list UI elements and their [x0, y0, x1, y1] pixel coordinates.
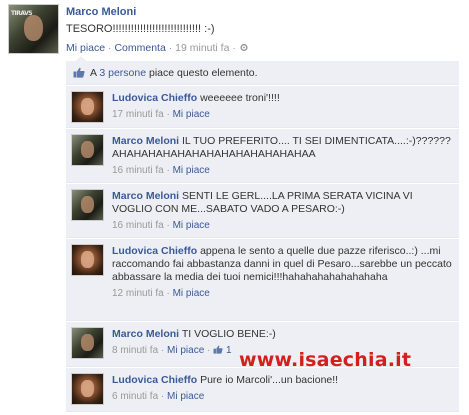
- comment-body: Ludovica Chieffo appena le sento a quell…: [112, 245, 453, 300]
- comment-text: TI VOGLIO BENE:-): [181, 328, 276, 340]
- comment-meta: 16 minuti fa · Mi piace: [112, 165, 210, 176]
- comment-text: weeeeee troni'!!!!: [200, 92, 280, 104]
- comment-item: Marco Meloni SENTI LE GERL....LA PRIMA S…: [66, 184, 459, 238]
- avatar-face: [23, 14, 44, 41]
- likes-prefix: A: [90, 67, 97, 79]
- comment-timestamp[interactable]: 16 minuti fa: [112, 220, 164, 231]
- comment-author-avatar[interactable]: [71, 327, 104, 359]
- comment-author-name[interactable]: Ludovica Chieffo: [112, 374, 197, 386]
- thumbs-up-icon: [73, 67, 85, 78]
- comment-like-count[interactable]: 1: [226, 345, 232, 356]
- comment-author-avatar[interactable]: [71, 189, 104, 221]
- avatar-face: [81, 196, 94, 213]
- comment-body: Marco Meloni IL TUO PREFERITO.... TI SEI…: [112, 135, 453, 177]
- comment-timestamp[interactable]: 12 minuti fa: [112, 288, 164, 299]
- separator: ·: [232, 42, 236, 54]
- settings-gear-icon[interactable]: [239, 43, 249, 52]
- likes-bar: A 3 persone piace questo elemento.: [66, 56, 459, 85]
- avatar-face: [81, 251, 94, 268]
- comment-body: Ludovica Chieffo weeeeee troni'!!!! 17 m…: [112, 92, 453, 121]
- comment-like-link[interactable]: Mi piace: [173, 109, 210, 120]
- comment-meta: 6 minuti fa · Mi piace: [112, 391, 205, 402]
- comment-timestamp[interactable]: 8 minuti fa: [112, 345, 158, 356]
- comment-author-avatar[interactable]: [71, 244, 104, 276]
- comment-timestamp[interactable]: 16 minuti fa: [112, 165, 164, 176]
- post-comment-link[interactable]: Commenta: [114, 42, 165, 54]
- comment-item: Ludovica Chieffo weeeeee troni'!!!! 17 m…: [66, 86, 459, 128]
- comment-like-link[interactable]: Mi piace: [167, 391, 204, 402]
- likes-summary: A 3 persone piace questo elemento.: [90, 67, 258, 79]
- avatar-tag: TIRAVS: [10, 9, 33, 17]
- comment-item: Ludovica Chieffo Pure io Marcoli'...un b…: [66, 368, 459, 412]
- avatar-face: [81, 141, 94, 158]
- comment-timestamp[interactable]: 6 minuti fa: [112, 391, 158, 402]
- post-author-name[interactable]: Marco Meloni: [66, 6, 136, 18]
- avatar-face: [81, 334, 94, 351]
- avatar-face: [81, 98, 94, 115]
- comment-meta: 17 minuti fa · Mi piace: [112, 109, 210, 120]
- post-timestamp[interactable]: 19 minuti fa: [175, 42, 229, 54]
- separator: ·: [108, 42, 112, 54]
- comment-item: Ludovica Chieffo appena le sento a quell…: [66, 239, 459, 321]
- comment-author-name[interactable]: Marco Meloni: [112, 190, 179, 202]
- post-like-link[interactable]: Mi piace: [66, 42, 105, 54]
- post-text: TESORO!!!!!!!!!!!!!!!!!!!!!!!!!!!!! :-): [66, 23, 215, 35]
- comment-body: Ludovica Chieffo Pure io Marcoli'...un b…: [112, 374, 453, 403]
- comment-like-link[interactable]: Mi piace: [167, 345, 204, 356]
- comment-meta: 12 minuti fa · Mi piace: [112, 288, 210, 299]
- comment-author-name[interactable]: Ludovica Chieffo: [112, 92, 197, 104]
- comment-author-name[interactable]: Marco Meloni: [112, 328, 179, 340]
- likes-suffix: piace questo elemento.: [148, 67, 258, 79]
- comment-timestamp[interactable]: 17 minuti fa: [112, 109, 164, 120]
- comment-like-link[interactable]: Mi piace: [173, 165, 210, 176]
- comment-author-avatar[interactable]: [71, 134, 104, 166]
- post-author-avatar[interactable]: TIRAVS: [8, 4, 59, 54]
- likes-bar-pointer: [76, 56, 86, 61]
- separator: ·: [168, 42, 173, 54]
- comment-author-avatar[interactable]: [71, 373, 104, 405]
- comment-text: Pure io Marcoli'...un bacione!!: [200, 374, 339, 386]
- comment-like-link[interactable]: Mi piace: [173, 288, 210, 299]
- comment-item: Marco Meloni IL TUO PREFERITO.... TI SEI…: [66, 129, 459, 183]
- comment-author-name[interactable]: Ludovica Chieffo: [112, 245, 197, 257]
- avatar-face: [81, 380, 94, 397]
- watermark-text: www.isaechia.it: [239, 349, 412, 371]
- comment-like-link[interactable]: Mi piace: [173, 220, 210, 231]
- comment-author-avatar[interactable]: [71, 91, 104, 123]
- comment-meta: 16 minuti fa · Mi piace: [112, 220, 210, 231]
- comment-author-name[interactable]: Marco Meloni: [112, 135, 179, 147]
- likes-count-link[interactable]: 3 persone: [99, 67, 146, 79]
- comment-body: Marco Meloni SENTI LE GERL....LA PRIMA S…: [112, 190, 453, 232]
- thumbs-up-icon: [213, 345, 223, 354]
- post-meta: Mi piace · Commenta · 19 minuti fa ·: [66, 42, 249, 54]
